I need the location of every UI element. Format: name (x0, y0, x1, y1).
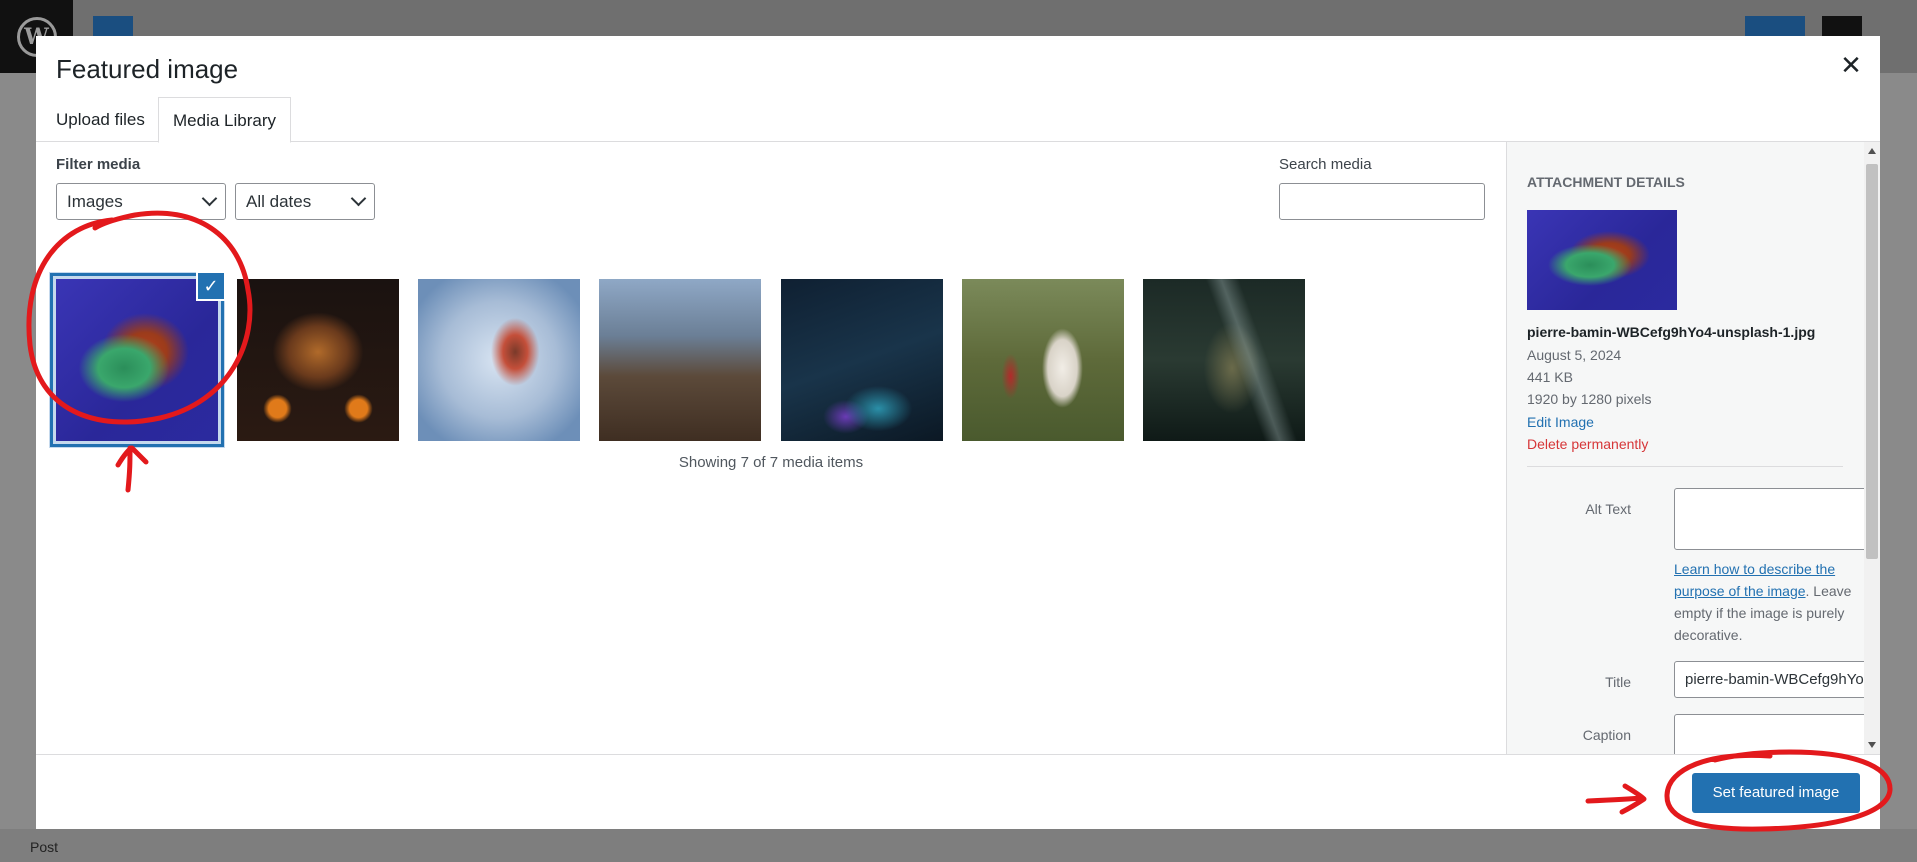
media-type-value: Images (67, 192, 123, 211)
chevron-down-icon (350, 190, 367, 207)
search-media-label: Search media (1279, 156, 1372, 173)
media-item-dark-forest[interactable] (781, 279, 943, 441)
modal-title: Featured image (56, 54, 239, 84)
close-icon[interactable]: ✕ (1836, 50, 1866, 80)
breadcrumb-post[interactable]: Post (30, 839, 58, 855)
alt-text-label: Alt Text (1585, 501, 1631, 517)
divider (1527, 466, 1843, 467)
scroll-down-icon[interactable] (1868, 742, 1876, 748)
media-thumbnail (599, 279, 761, 441)
attachment-date: August 5, 2024 (1527, 347, 1622, 363)
media-item-alpaca-and-child[interactable] (962, 279, 1124, 441)
attachment-details-heading: Attachment details (1527, 174, 1685, 190)
media-type-select[interactable]: Images (56, 183, 226, 220)
media-thumbnail (781, 279, 943, 441)
tab-media-library[interactable]: Media Library (158, 97, 291, 143)
delete-permanently-link[interactable]: Delete permanently (1527, 436, 1648, 452)
media-thumbnail (418, 279, 580, 441)
featured-image-modal: Featured image ✕ Upload files Media Libr… (36, 36, 1880, 829)
filter-media-label: Filter media (56, 156, 141, 173)
set-featured-image-button[interactable]: Set featured image (1692, 773, 1860, 813)
media-date-select[interactable]: All dates (235, 183, 375, 220)
alt-text-textarea[interactable] (1674, 488, 1876, 550)
media-thumbnail (237, 279, 399, 441)
search-media-input[interactable] (1279, 183, 1485, 220)
caption-textarea[interactable] (1674, 714, 1876, 754)
media-thumbnail (962, 279, 1124, 441)
caption-label: Caption (1582, 727, 1631, 743)
edit-image-link[interactable]: Edit Image (1527, 414, 1594, 430)
attachment-details-panel: Attachment details pierre-bamin-WBCefg9h… (1506, 142, 1880, 754)
panel-scrollbar[interactable] (1864, 142, 1880, 754)
media-item-chameleon[interactable]: ✓ (50, 271, 226, 447)
attachment-dimensions: 1920 by 1280 pixels (1527, 391, 1652, 407)
media-item-spires-at-dusk[interactable] (599, 279, 761, 441)
chevron-down-icon (201, 190, 218, 207)
media-count-text: Showing 7 of 7 media items (678, 454, 864, 471)
media-item-ornate-statue[interactable] (237, 279, 399, 441)
modal-toolbar: Set featured image (36, 754, 1880, 829)
media-browser: Filter media Images All dates Search med… (36, 142, 1506, 754)
media-date-value: All dates (246, 192, 312, 211)
scroll-up-icon[interactable] (1868, 148, 1876, 154)
attachment-preview (1527, 210, 1677, 310)
checkmark-icon[interactable]: ✓ (196, 271, 226, 301)
media-item-ruined-cave[interactable] (1143, 279, 1305, 441)
attachment-filename: pierre-bamin-WBCefg9hYo4-unsplash-1.jpg (1527, 324, 1816, 340)
editor-bottom-bar: Post (0, 829, 1917, 862)
scroll-thumb[interactable] (1866, 164, 1878, 559)
media-thumbnail (1143, 279, 1305, 441)
alt-text-help: Learn how to describe the purpose of the… (1674, 558, 1874, 646)
title-input[interactable]: pierre-bamin-WBCefg9hYo4-unsplash-1 (1674, 661, 1876, 698)
attachment-size: 441 KB (1527, 369, 1573, 385)
title-label: Title (1605, 674, 1631, 690)
modal-tabs: Upload files Media Library (36, 97, 1880, 143)
tab-upload-files[interactable]: Upload files (42, 97, 159, 142)
media-thumbnail (56, 279, 218, 441)
media-item-bird-on-ice[interactable] (418, 279, 580, 441)
